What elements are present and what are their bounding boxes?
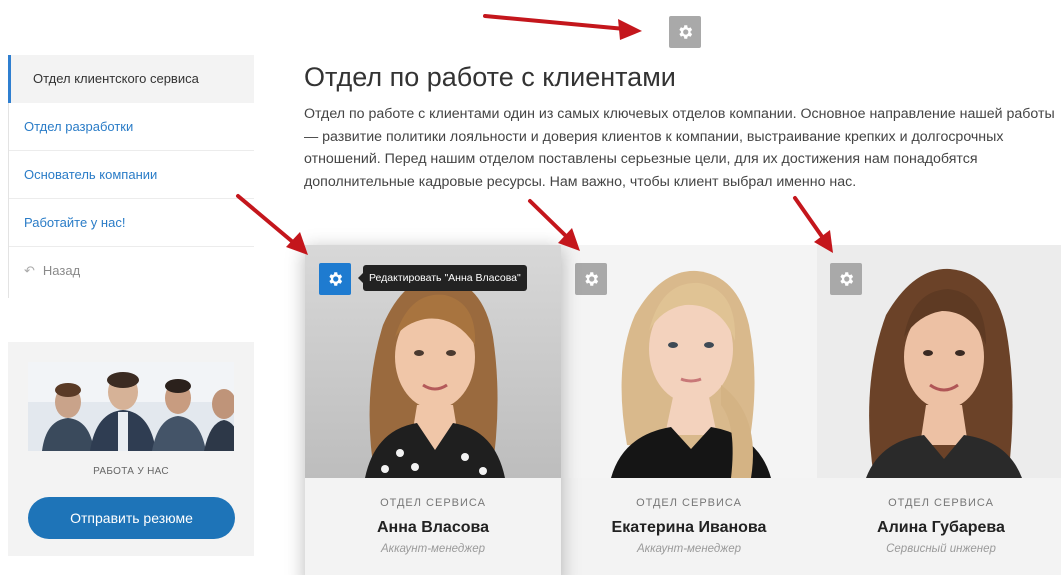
promo-title: РАБОТА У НАС — [93, 466, 169, 477]
page: Отдел клиентского сервиса Отдел разработ… — [0, 0, 1061, 575]
employee-info: ОТДЕЛ СЕРВИСА Екатерина Иванова Аккаунт-… — [561, 478, 817, 575]
employee-card[interactable]: Редактировать "Анна Власова" ОТДЕЛ СЕРВИ… — [305, 245, 561, 575]
annotation-arrow-icon — [528, 199, 580, 251]
employee-role: Сервисный инженер — [886, 543, 996, 555]
team-photo — [28, 362, 234, 451]
edit-employee-button[interactable] — [319, 263, 351, 295]
sidebar-divider — [8, 103, 9, 298]
edit-employee-button[interactable] — [575, 263, 607, 295]
employee-card[interactable]: ОТДЕЛ СЕРВИСА Екатерина Иванова Аккаунт-… — [561, 245, 817, 575]
employee-role: Аккаунт-менеджер — [381, 543, 485, 555]
employee-name: Екатерина Иванова — [611, 519, 767, 536]
sidebar-back-link[interactable]: ↶ Назад — [8, 247, 254, 295]
page-title: Отдел по работе с клиентами — [304, 62, 676, 92]
back-arrow-icon: ↶ — [24, 263, 35, 278]
section-settings-button[interactable] — [669, 16, 701, 48]
employee-info: ОТДЕЛ СЕРВИСА Анна Власова Аккаунт-менед… — [305, 478, 561, 575]
employee-name: Алина Губарева — [877, 519, 1005, 536]
edit-tooltip: Редактировать "Анна Власова" — [358, 265, 527, 291]
gear-icon — [840, 272, 854, 286]
employee-role: Аккаунт-менеджер — [637, 543, 741, 555]
careers-promo: РАБОТА У НАС Отправить резюме — [8, 342, 254, 556]
send-resume-button[interactable]: Отправить резюме — [28, 497, 235, 539]
sidebar-item-careers[interactable]: Работайте у нас! — [8, 199, 254, 247]
employee-name: Анна Власова — [376, 519, 490, 536]
sidebar-item-customer-service[interactable]: Отдел клиентского сервиса — [8, 55, 254, 103]
employee-department: ОТДЕЛ СЕРВИСА — [380, 497, 486, 509]
page-description: Отдел по работе с клиентами один из самы… — [304, 106, 1055, 190]
edit-employee-button[interactable] — [830, 263, 862, 295]
sidebar-nav: Отдел клиентского сервиса Отдел разработ… — [8, 55, 254, 298]
sidebar-item-development[interactable]: Отдел разработки — [8, 103, 254, 151]
gear-icon — [585, 272, 599, 286]
gear-icon — [329, 272, 343, 286]
employee-card[interactable]: ОТДЕЛ СЕРВИСА Алина Губарева Сервисный и… — [816, 245, 1061, 575]
employee-department: ОТДЕЛ СЕРВИСА — [636, 497, 742, 509]
annotation-arrow-icon — [483, 14, 642, 40]
employee-info: ОТДЕЛ СЕРВИСА Алина Губарева Сервисный и… — [816, 478, 1061, 575]
sidebar-item-founder[interactable]: Основатель компании — [8, 151, 254, 199]
back-label: Назад — [42, 263, 81, 278]
employee-department: ОТДЕЛ СЕРВИСА — [888, 497, 994, 509]
gear-icon — [679, 25, 693, 39]
